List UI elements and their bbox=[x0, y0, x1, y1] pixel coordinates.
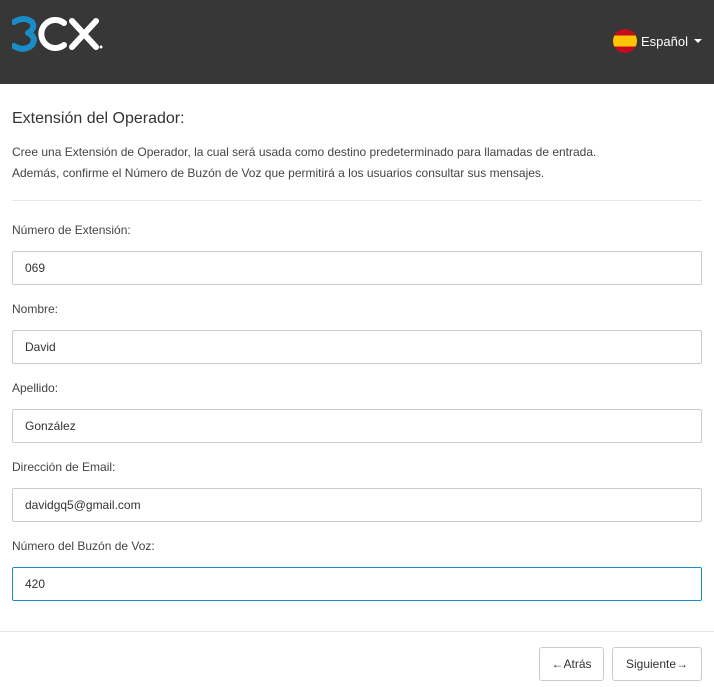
divider bbox=[12, 200, 702, 201]
footer-divider bbox=[0, 631, 714, 632]
voicemail-number-input[interactable] bbox=[12, 567, 702, 601]
description-line-2: Además, confirme el Número de Buzón de V… bbox=[12, 166, 545, 180]
back-button[interactable]: ←Atrás bbox=[539, 647, 604, 681]
first-name-input[interactable] bbox=[12, 330, 702, 364]
next-button[interactable]: Siguiente→ bbox=[612, 647, 702, 681]
extension-number-label: Número de Extensión: bbox=[12, 223, 131, 237]
language-selector[interactable]: Español bbox=[613, 29, 702, 53]
page-title: Extensión del Operador: bbox=[12, 110, 185, 127]
3cx-logo bbox=[12, 14, 104, 54]
language-label: Español bbox=[641, 33, 688, 49]
voicemail-number-label: Número del Buzón de Voz: bbox=[12, 539, 155, 553]
top-bar: Español bbox=[0, 0, 714, 84]
last-name-label: Apellido: bbox=[12, 381, 59, 395]
description-line-1: Cree una Extensión de Operador, la cual … bbox=[12, 145, 597, 159]
spain-flag-icon bbox=[613, 29, 638, 53]
last-name-input[interactable] bbox=[12, 409, 702, 443]
3cx-logo-icon bbox=[12, 16, 103, 52]
chevron-down-icon bbox=[694, 39, 702, 43]
extension-number-input[interactable] bbox=[12, 251, 702, 285]
email-input[interactable] bbox=[12, 488, 702, 522]
first-name-label: Nombre: bbox=[12, 302, 59, 316]
page-description: Cree una Extensión de Operador, la cual … bbox=[12, 142, 596, 184]
email-label: Dirección de Email: bbox=[12, 460, 116, 474]
